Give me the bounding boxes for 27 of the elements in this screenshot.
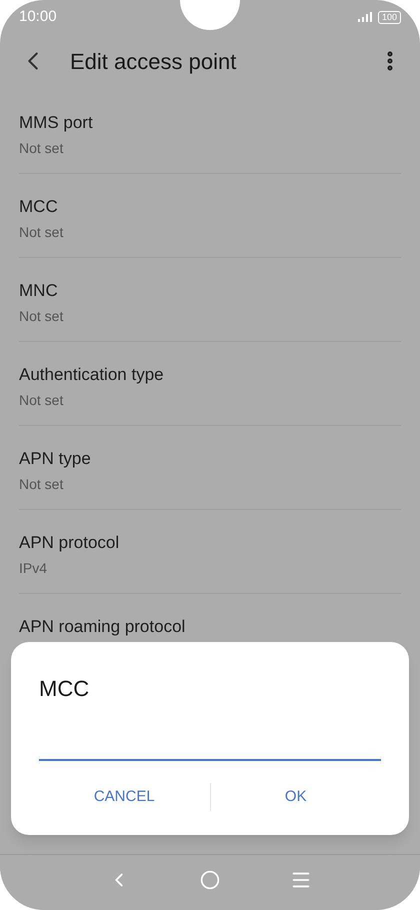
dialog-button[interactable]: OK [210, 779, 381, 815]
settings-item[interactable]: Authentication type Not set [19, 342, 401, 426]
settings-item[interactable]: APN protocol IPv4 [19, 510, 401, 594]
setting-title: MMS port [19, 112, 94, 134]
dialog-button[interactable]: CANCEL [39, 779, 210, 815]
status-time: 10:00 [19, 6, 57, 27]
app-bar-title: Edit access point [70, 48, 238, 76]
setting-value: Not set [19, 138, 64, 158]
setting-title: APN protocol [19, 532, 120, 554]
setting-title: APN roaming protocol [19, 616, 186, 638]
setting-value: Not set [19, 306, 64, 326]
home-icon[interactable] [200, 870, 220, 890]
settings-item[interactable]: MNC Not set [19, 258, 401, 342]
setting-title: APN type [19, 448, 92, 470]
setting-title: MCC [19, 196, 59, 218]
setting-value: Not set [19, 474, 64, 494]
setting-value: Not set [19, 390, 64, 410]
dialog-title: MCC [39, 675, 90, 703]
signal-icon [358, 12, 372, 22]
setting-title: MNC [19, 280, 59, 302]
settings-item[interactable]: MCC Not set [19, 174, 401, 258]
setting-title: Authentication type [19, 364, 165, 386]
setting-value: Not set [19, 222, 64, 242]
settings-item[interactable]: MMS port Not set [19, 90, 401, 174]
battery-level: 100 [378, 10, 401, 24]
setting-value: IPv4 [19, 558, 48, 578]
settings-item[interactable]: APN type Not set [19, 426, 401, 510]
